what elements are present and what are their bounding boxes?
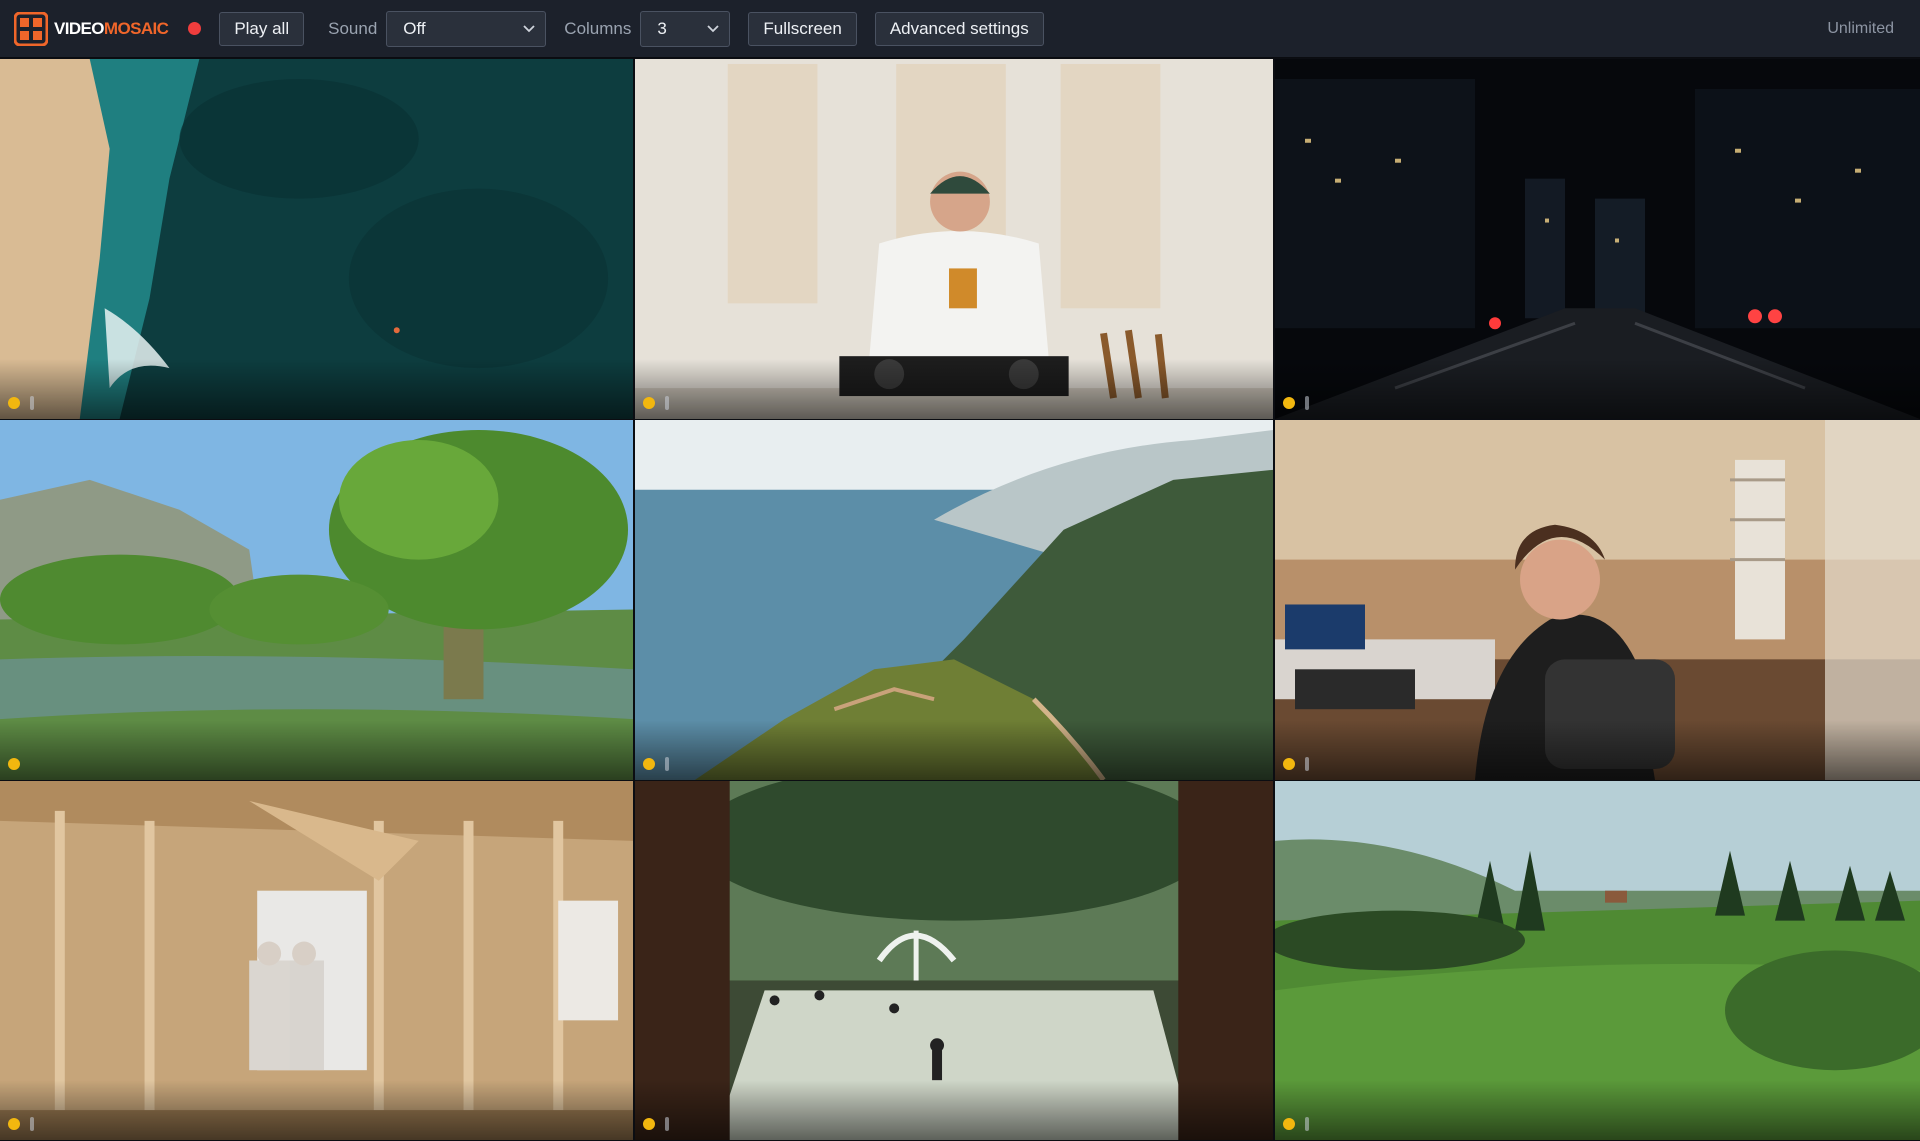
volume-bar[interactable] xyxy=(1305,757,1309,771)
tile-shade xyxy=(635,1080,1273,1140)
tile-shade xyxy=(1275,1080,1920,1140)
volume-bar[interactable] xyxy=(30,1117,34,1131)
fullscreen-button[interactable]: Fullscreen xyxy=(748,11,857,46)
sound-select[interactable]: Off xyxy=(386,10,547,47)
app-logo[interactable]: VIDEOMOSAIC xyxy=(14,11,169,46)
video-tile[interactable] xyxy=(0,59,635,420)
logo-icon xyxy=(14,11,48,46)
video-tile[interactable] xyxy=(1275,420,1920,781)
columns-select-value: 3 xyxy=(657,18,667,38)
chevron-down-icon xyxy=(523,24,535,33)
sound-select-value: Off xyxy=(403,18,426,38)
tile-shade xyxy=(0,720,633,780)
tile-shade xyxy=(1275,359,1920,419)
advanced-settings-button[interactable]: Advanced settings xyxy=(874,11,1044,46)
status-dot-icon xyxy=(8,758,20,770)
volume-bar[interactable] xyxy=(665,396,669,410)
limit-status: Unlimited xyxy=(1827,19,1894,37)
volume-bar[interactable] xyxy=(1305,1117,1309,1131)
status-dot-icon xyxy=(8,397,20,409)
sound-label: Sound xyxy=(328,18,378,38)
status-dot-icon xyxy=(1283,1118,1295,1130)
tile-shade xyxy=(635,359,1273,419)
video-tile[interactable] xyxy=(1275,59,1920,420)
toolbar: VIDEOMOSAIC Play all Sound Off Columns 3… xyxy=(0,0,1920,58)
status-dot-icon xyxy=(8,1118,20,1130)
video-tile[interactable] xyxy=(635,781,1275,1141)
volume-bar[interactable] xyxy=(665,757,669,771)
video-tile[interactable] xyxy=(635,420,1275,781)
columns-label: Columns xyxy=(564,18,632,38)
tile-shade xyxy=(635,720,1273,780)
record-indicator xyxy=(188,22,202,35)
video-tile[interactable] xyxy=(0,420,635,781)
play-all-button[interactable]: Play all xyxy=(219,11,305,46)
logo-text: VIDEOMOSAIC xyxy=(54,18,169,38)
volume-bar[interactable] xyxy=(665,1117,669,1131)
status-dot-icon xyxy=(643,397,655,409)
volume-bar[interactable] xyxy=(1305,396,1309,410)
video-tile[interactable] xyxy=(1275,781,1920,1141)
video-tile[interactable] xyxy=(0,781,635,1141)
tile-shade xyxy=(0,1080,633,1140)
volume-bar[interactable] xyxy=(30,396,34,410)
status-dot-icon xyxy=(643,758,655,770)
tile-shade xyxy=(1275,720,1920,780)
video-tile[interactable] xyxy=(635,59,1275,420)
tile-shade xyxy=(0,359,633,419)
status-dot-icon xyxy=(1283,397,1295,409)
status-dot-icon xyxy=(643,1118,655,1130)
chevron-down-icon xyxy=(707,24,720,33)
video-grid xyxy=(0,59,1920,1141)
status-dot-icon xyxy=(1283,758,1295,770)
columns-select[interactable]: 3 xyxy=(640,10,731,47)
